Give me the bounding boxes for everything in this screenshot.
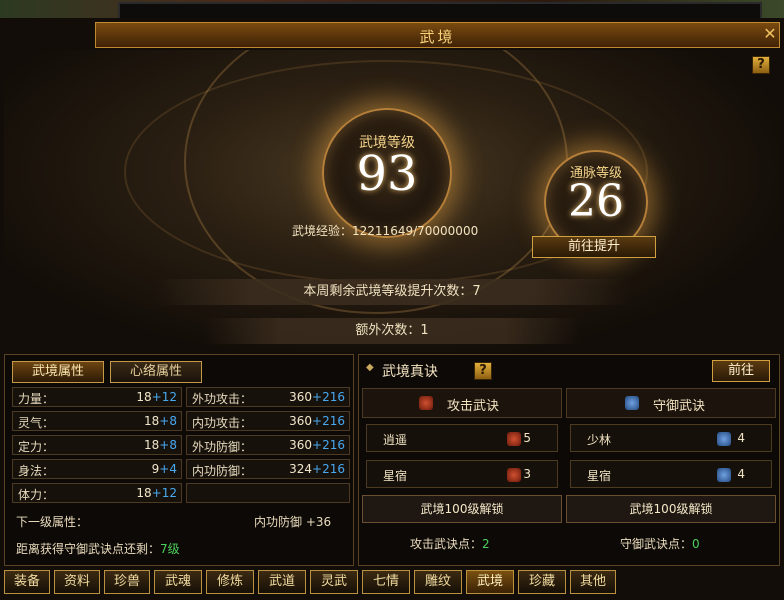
stat-value: 18+12 bbox=[136, 390, 177, 404]
attack-unlock-slot: 武境100级解锁 bbox=[362, 495, 562, 523]
diamond-icon: ◆ bbox=[366, 362, 374, 373]
stat-value: 18+8 bbox=[144, 438, 177, 452]
tab-martial-soul[interactable]: 武魂 bbox=[154, 570, 202, 594]
stat-name: 体力： bbox=[18, 488, 55, 502]
stat-value: 324+216 bbox=[289, 462, 345, 476]
tab-carving[interactable]: 雕纹 bbox=[414, 570, 462, 594]
experience-readout: 武境经验：12211649/70000000 bbox=[292, 222, 478, 239]
stat-inner-defense: 内功防御： 324+216 bbox=[186, 459, 350, 479]
attack-art-header: 攻击武诀 bbox=[362, 388, 562, 418]
defense-unlock-slot: 武境100级解锁 bbox=[566, 495, 776, 523]
tab-pets[interactable]: 珍兽 bbox=[104, 570, 150, 594]
next-level-label: 下一级属性： bbox=[16, 515, 89, 529]
art-value: 4 bbox=[737, 431, 745, 445]
tab-cultivation[interactable]: 修炼 bbox=[206, 570, 254, 594]
next-level-value: 内功防御 +36 bbox=[254, 515, 332, 529]
tab-wujing[interactable]: 武境 bbox=[466, 570, 514, 594]
art-name: 星宿 bbox=[587, 469, 612, 483]
attack-icon bbox=[507, 432, 521, 446]
defense-header-label: 守御武诀 bbox=[653, 399, 706, 414]
tab-martial-way[interactable]: 武道 bbox=[258, 570, 306, 594]
stat-value: 360+216 bbox=[289, 438, 345, 452]
attack-points: 攻击武诀点：2 bbox=[410, 535, 490, 552]
shield-icon bbox=[625, 396, 639, 410]
tab-wujing-attributes[interactable]: 武境属性 bbox=[12, 361, 104, 383]
stat-name: 灵气： bbox=[18, 416, 55, 430]
exp-label: 武境经验： bbox=[292, 224, 353, 238]
tab-spirit-weapon[interactable]: 灵武 bbox=[310, 570, 358, 594]
stat-outer-defense: 外功防御： 360+216 bbox=[186, 435, 350, 455]
defense-points-label: 守御武诀点： bbox=[620, 537, 693, 551]
attack-art-item[interactable]: 星宿 3 bbox=[366, 460, 558, 488]
art-name: 少林 bbox=[587, 433, 612, 447]
stat-value: 360+216 bbox=[289, 390, 345, 404]
defense-points: 守御武诀点：0 bbox=[620, 535, 700, 552]
stat-name: 内功攻击： bbox=[192, 416, 253, 430]
shield-icon bbox=[717, 468, 731, 482]
attack-icon bbox=[507, 468, 521, 482]
window-title: 武境 bbox=[419, 28, 456, 46]
attack-icon bbox=[419, 396, 433, 410]
tab-profile[interactable]: 资料 bbox=[54, 570, 100, 594]
distance-value: 7级 bbox=[160, 542, 180, 556]
stat-value: 9+4 bbox=[151, 462, 177, 476]
stat-strength: 力量： 18+12 bbox=[12, 387, 182, 407]
stat-name: 身法： bbox=[18, 464, 55, 478]
stat-value: 360+216 bbox=[289, 414, 345, 428]
exp-value: 12211649/70000000 bbox=[352, 224, 479, 238]
shield-icon bbox=[717, 432, 731, 446]
true-art-title: 武境真诀 bbox=[382, 364, 438, 380]
stat-focus: 定力： 18+8 bbox=[12, 435, 182, 455]
go-button[interactable]: 前往 bbox=[712, 360, 770, 382]
stat-stamina: 体力： 18+12 bbox=[12, 483, 182, 503]
art-name: 逍遥 bbox=[383, 433, 408, 447]
level-orb: 武境等级 93 bbox=[322, 108, 452, 238]
tab-xinluo-attributes[interactable]: 心络属性 bbox=[110, 361, 202, 383]
stat-spirit: 灵气： 18+8 bbox=[12, 411, 182, 431]
attack-header-label: 攻击武诀 bbox=[447, 399, 500, 414]
stat-inner-attack: 内功攻击： 360+216 bbox=[186, 411, 350, 431]
level-value: 93 bbox=[356, 146, 418, 202]
stat-agility: 身法： 9+4 bbox=[12, 459, 182, 479]
stat-name: 内功防御： bbox=[192, 464, 253, 478]
stat-name: 力量： bbox=[18, 392, 55, 406]
stat-name: 外功防御： bbox=[192, 440, 253, 454]
stat-value: 18+8 bbox=[144, 414, 177, 428]
tab-seven-emotions[interactable]: 七情 bbox=[362, 570, 410, 594]
promote-button[interactable]: 前往提升 bbox=[532, 236, 656, 258]
art-value: 3 bbox=[523, 467, 531, 481]
stat-name: 定力： bbox=[18, 440, 55, 454]
art-value: 4 bbox=[737, 467, 745, 481]
defense-art-item[interactable]: 少林 4 bbox=[570, 424, 772, 452]
title-bar[interactable]: 武境 bbox=[95, 22, 780, 48]
tab-other[interactable]: 其他 bbox=[570, 570, 616, 594]
attack-art-item[interactable]: 逍遥 5 bbox=[366, 424, 558, 452]
art-value: 5 bbox=[523, 431, 531, 445]
tab-equipment[interactable]: 装备 bbox=[4, 570, 50, 594]
close-icon[interactable]: ✕ bbox=[760, 24, 780, 44]
defense-art-item[interactable]: 星宿 4 bbox=[570, 460, 772, 488]
attack-points-label: 攻击武诀点： bbox=[410, 537, 483, 551]
tab-collection[interactable]: 珍藏 bbox=[518, 570, 566, 594]
hero-help-icon[interactable]: ? bbox=[752, 56, 770, 74]
defense-art-header: 守御武诀 bbox=[566, 388, 776, 418]
distance-readout: 距离获得守御武诀点还剩：7级 bbox=[16, 540, 180, 557]
defense-points-value: 0 bbox=[692, 537, 700, 551]
distance-label: 距离获得守御武诀点还剩： bbox=[16, 542, 161, 556]
stat-name: 外功攻击： bbox=[192, 392, 253, 406]
stat-empty-slot bbox=[186, 483, 350, 503]
true-art-help-icon[interactable]: ? bbox=[474, 362, 492, 380]
hero-area: 武境等级 93 通脉等级 26 武境经验：12211649/70000000 前… bbox=[4, 50, 780, 352]
meridian-value: 26 bbox=[568, 176, 624, 227]
art-name: 星宿 bbox=[383, 469, 408, 483]
extra-count-text: 额外次数：1 bbox=[204, 318, 580, 344]
weekly-remaining-text: 本周剩余武境等级提升次数：7 bbox=[154, 279, 630, 305]
stat-value: 18+12 bbox=[136, 486, 177, 500]
attack-points-value: 2 bbox=[482, 537, 490, 551]
stat-outer-attack: 外功攻击： 360+216 bbox=[186, 387, 350, 407]
